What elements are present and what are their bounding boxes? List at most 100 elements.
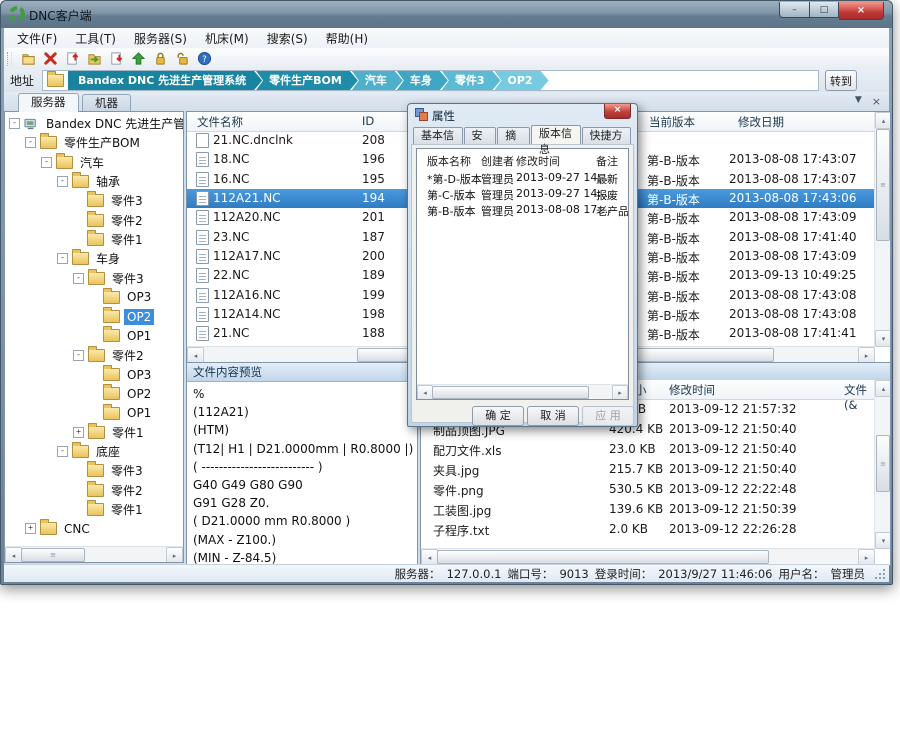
scroll-thumb[interactable]: [432, 386, 589, 399]
expander[interactable]: -: [9, 118, 20, 129]
tree-node[interactable]: -零件2: [5, 346, 183, 365]
expander[interactable]: -: [41, 157, 52, 168]
apply-button[interactable]: 应 用: [582, 406, 634, 426]
tree-node[interactable]: 零件2: [5, 481, 183, 500]
col-modify-time[interactable]: 修改时间: [669, 382, 715, 398]
scroll-thumb[interactable]: [437, 550, 769, 564]
scroll-left-icon[interactable]: ◂: [187, 347, 204, 363]
help-icon[interactable]: ?: [193, 49, 215, 68]
menu-server[interactable]: 服务器(S): [125, 28, 196, 49]
tree-hscrollbar[interactable]: ◂ ≡ ▸: [5, 546, 183, 562]
tree-node[interactable]: 零件3: [5, 461, 183, 480]
scroll-right-icon[interactable]: ▸: [166, 547, 183, 563]
col-modify-time[interactable]: 修改时间: [516, 153, 560, 169]
ok-button[interactable]: 确 定: [472, 406, 524, 426]
tree-node[interactable]: 零件3: [5, 191, 183, 210]
scroll-up-icon[interactable]: ▴: [875, 112, 891, 129]
toolbar-grip[interactable]: [7, 52, 12, 66]
scroll-thumb[interactable]: ≡: [21, 548, 85, 562]
tree-node[interactable]: OP2: [5, 384, 183, 403]
file-list-vscrollbar[interactable]: ▴ ≡ ▾: [874, 112, 890, 347]
expander[interactable]: -: [57, 446, 68, 457]
dialog-title-bar[interactable]: 属性 ×: [408, 104, 637, 125]
tree-node[interactable]: OP1: [5, 403, 183, 422]
panel-close-icon[interactable]: ×: [872, 95, 881, 108]
version-row[interactable]: 第-C-版本管理员2013-09-27 14:...报废: [417, 186, 628, 202]
folder-new-icon[interactable]: [17, 49, 39, 68]
col-version-name[interactable]: 版本名称: [427, 153, 471, 169]
scroll-thumb[interactable]: ≡: [876, 129, 890, 241]
panel-menu-icon[interactable]: ▼: [855, 95, 862, 108]
expander[interactable]: -: [57, 253, 68, 264]
menu-file[interactable]: 文件(F): [8, 28, 66, 49]
expander[interactable]: -: [73, 273, 84, 284]
tab-shortcut[interactable]: 快捷方式: [582, 127, 632, 144]
expander[interactable]: +: [25, 523, 36, 534]
version-row[interactable]: *第-D-版本管理员2013-09-27 14:...最新: [417, 170, 628, 186]
col-id[interactable]: ID: [362, 114, 374, 128]
scroll-down-icon[interactable]: ▾: [875, 330, 891, 347]
col-file-name[interactable]: 文件名称: [197, 114, 243, 130]
maximize-button[interactable]: □: [810, 2, 839, 18]
tree-node[interactable]: OP3: [5, 365, 183, 384]
tab-basic-info[interactable]: 基本信息: [413, 127, 463, 144]
breadcrumb-auto[interactable]: 汽车: [352, 71, 403, 90]
address-box[interactable]: Bandex DNC 先进生产管理系统 零件生产BOM 汽车 车身 零件3 OP…: [42, 70, 819, 91]
dialog-hscrollbar[interactable]: ◂ ▸: [417, 384, 628, 399]
tree-node-root[interactable]: -Bandex DNC 先进生产管理系统: [5, 114, 183, 133]
tab-security[interactable]: 安全: [464, 127, 497, 144]
expander[interactable]: -: [25, 137, 36, 148]
menu-search[interactable]: 搜索(S): [258, 28, 317, 49]
lock-icon[interactable]: [149, 49, 171, 68]
delete-icon[interactable]: [39, 49, 61, 68]
attachment-row[interactable]: 零件.png530.5 KB2013-09-12 22:22:48: [421, 479, 875, 499]
tree-node[interactable]: -轴承: [5, 172, 183, 191]
scroll-right-icon[interactable]: ▸: [858, 347, 875, 363]
check-out-icon[interactable]: [105, 49, 127, 68]
tree-node[interactable]: -车身: [5, 249, 183, 268]
close-button[interactable]: ×: [839, 2, 884, 20]
tree-node[interactable]: -零件生产BOM: [5, 133, 183, 152]
expander[interactable]: -: [73, 350, 84, 361]
folder-send-icon[interactable]: [83, 49, 105, 68]
tree-node[interactable]: -零件3: [5, 268, 183, 287]
tree-node[interactable]: -汽车: [5, 153, 183, 172]
tab-summary[interactable]: 摘要: [497, 127, 530, 144]
cancel-button[interactable]: 取 消: [527, 406, 579, 426]
tree-node[interactable]: +零件1: [5, 423, 183, 442]
breadcrumb-bom[interactable]: 零件生产BOM: [256, 71, 358, 90]
tree-node[interactable]: 零件2: [5, 210, 183, 229]
scroll-thumb[interactable]: ≡: [876, 435, 890, 492]
breadcrumb-root[interactable]: Bandex DNC 先进生产管理系统: [68, 71, 262, 90]
menu-tools[interactable]: 工具(T): [66, 28, 125, 49]
expander[interactable]: -: [57, 176, 68, 187]
scroll-up-icon[interactable]: ▴: [875, 380, 891, 397]
version-row[interactable]: 第-B-版本管理员2013-08-08 17:...老产品程序: [417, 202, 628, 218]
expander[interactable]: +: [73, 427, 84, 438]
tab-server[interactable]: 服务器: [18, 93, 79, 112]
tree-node[interactable]: 零件1: [5, 230, 183, 249]
col-creator[interactable]: 创建者: [481, 153, 514, 169]
menu-machine[interactable]: 机床(M): [196, 28, 258, 49]
breadcrumb-part3[interactable]: 零件3: [442, 71, 501, 90]
col-current-version[interactable]: 当前版本: [649, 114, 695, 130]
go-button[interactable]: 转到: [825, 70, 857, 91]
check-in-icon[interactable]: [61, 49, 83, 68]
tree-node[interactable]: -底座: [5, 442, 183, 461]
unlock-icon[interactable]: [171, 49, 193, 68]
tree-node[interactable]: OP3: [5, 288, 183, 307]
attachments-hscrollbar[interactable]: ◂ ▸: [421, 548, 875, 565]
tree-node[interactable]: +CNC: [5, 519, 183, 538]
tab-version-info[interactable]: 版本信息: [531, 125, 581, 144]
attachment-row[interactable]: 夹具.jpg215.7 KB2013-09-12 21:50:40: [421, 459, 875, 479]
tree-node[interactable]: OP1: [5, 326, 183, 345]
scroll-right-icon[interactable]: ▸: [612, 385, 628, 400]
upload-icon[interactable]: [127, 49, 149, 68]
col-note[interactable]: 备注: [596, 153, 618, 169]
attachment-row[interactable]: 子程序.txt2.0 KB2013-09-12 22:26:28: [421, 519, 875, 539]
breadcrumb-body[interactable]: 车身: [397, 71, 448, 90]
attachment-row[interactable]: 工装图.jpg139.6 KB2013-09-12 21:50:39: [421, 499, 875, 519]
attachment-row[interactable]: 配刀文件.xls23.0 KB2013-09-12 21:50:40: [421, 439, 875, 459]
scroll-left-icon[interactable]: ◂: [5, 547, 22, 563]
attachments-vscrollbar[interactable]: ▴ ≡ ▾: [874, 380, 890, 549]
